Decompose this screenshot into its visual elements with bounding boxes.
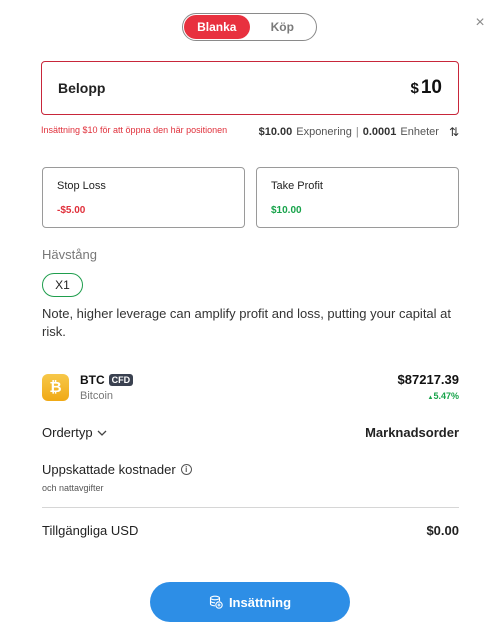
- amount-field[interactable]: Belopp $ 10: [41, 61, 459, 115]
- asset-change-value: 5.47%: [433, 391, 459, 401]
- available-label: Tillgängliga USD: [42, 523, 139, 538]
- deposit-warning: Insättning $10 för att öppna den här pos…: [41, 125, 228, 135]
- exposure-value: $10.00: [258, 126, 293, 138]
- units-value: 0.0001: [362, 126, 397, 138]
- exposure-separator: |: [355, 126, 359, 138]
- swap-vertical-icon[interactable]: ⇅: [449, 125, 459, 139]
- estimated-costs-label: Uppskattade kostnader: [42, 462, 176, 477]
- order-type-dropdown[interactable]: Ordertyp: [42, 425, 107, 440]
- side-toggle: Blanka Köp: [182, 13, 317, 41]
- deposit-button[interactable]: Insättning: [150, 582, 350, 622]
- available-value: $0.00: [426, 523, 459, 538]
- bitcoin-icon: ₿: [42, 374, 69, 401]
- leverage-note: Note, higher leverage can amplify profit…: [42, 306, 452, 339]
- asset-symbol-line: BTC CFD: [80, 373, 134, 387]
- short-tab[interactable]: Blanka: [184, 15, 250, 39]
- take-profit-label: Take Profit: [271, 180, 323, 192]
- coins-icon: [209, 595, 223, 609]
- asset-change: ▲5.47%: [428, 391, 459, 401]
- buy-tab[interactable]: Köp: [250, 15, 316, 39]
- cfd-badge: CFD: [108, 374, 134, 386]
- take-profit-value: $10.00: [271, 205, 302, 216]
- info-icon[interactable]: i: [180, 464, 192, 475]
- take-profit-button[interactable]: Take Profit $10.00: [256, 167, 459, 228]
- amount-label: Belopp: [58, 80, 106, 96]
- stop-loss-label: Stop Loss: [57, 180, 106, 192]
- currency-symbol: $: [410, 80, 419, 97]
- close-icon[interactable]: ×: [473, 15, 487, 31]
- asset-symbol: BTC: [80, 373, 105, 387]
- order-type-value: Marknadsorder: [365, 425, 459, 440]
- stop-loss-value: -$5.00: [57, 205, 86, 216]
- chevron-down-icon: [97, 430, 107, 436]
- asset-price: $87217.39: [397, 372, 459, 387]
- estimated-costs-sub: och nattavgifter: [42, 483, 104, 493]
- order-type-row: Ordertyp Marknadsorder: [42, 425, 459, 440]
- amount-value[interactable]: $ 10: [411, 77, 442, 99]
- asset-row: ₿ BTC CFD Bitcoin $87217.39 ▲5.47%: [42, 372, 459, 406]
- stop-loss-button[interactable]: Stop Loss -$5.00: [42, 167, 245, 228]
- available-row: Tillgängliga USD $0.00: [42, 523, 459, 538]
- leverage-option[interactable]: X1: [42, 273, 83, 297]
- asset-name: Bitcoin: [80, 390, 114, 402]
- exposure-info: $10.00 Exponering | 0.0001 Enheter ⇅: [259, 125, 459, 139]
- units-label: Enheter: [400, 126, 439, 138]
- amount-number[interactable]: 10: [421, 77, 442, 99]
- leverage-label: Hävstång: [42, 247, 97, 262]
- deposit-label: Insättning: [228, 594, 292, 610]
- exposure-label: Exponering: [296, 126, 352, 138]
- divider: [42, 507, 459, 508]
- estimated-costs: Uppskattade kostnader i: [42, 462, 192, 477]
- order-type-label: Ordertyp: [42, 425, 93, 440]
